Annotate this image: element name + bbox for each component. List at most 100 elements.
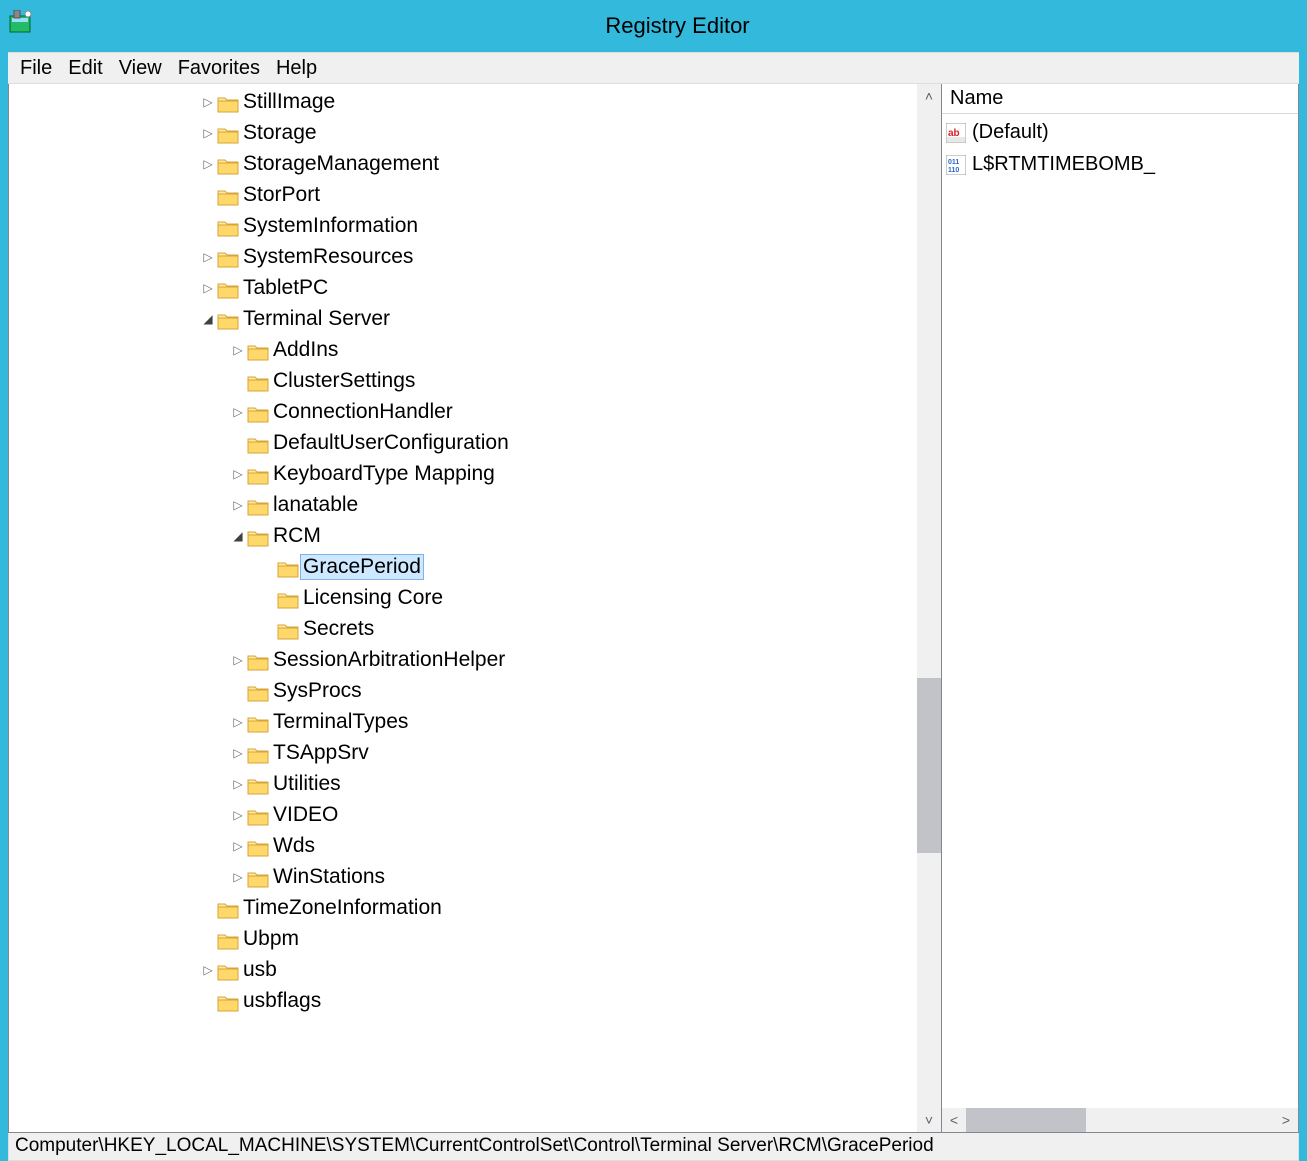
tree-node[interactable]: ▷ Utilities [9, 768, 941, 799]
tree-node[interactable]: ▷usb [9, 954, 941, 985]
window: Registry Editor File Edit View Favorites… [0, 0, 1307, 1161]
tree-node[interactable]: ▷ TabletPC [9, 272, 941, 303]
tree-pane: ▷ StillImage ▷Storage▷StorageManagement Sto… [8, 84, 942, 1133]
expand-icon[interactable]: ▷ [231, 405, 245, 419]
tree-vertical-scrollbar[interactable]: ˄ ˅ [917, 84, 941, 1132]
tree-node[interactable]: ◢ RCM [9, 520, 941, 551]
scroll-left-arrow-icon[interactable]: ˂ [942, 1112, 966, 1128]
menu-file[interactable]: File [12, 57, 60, 80]
scroll-down-arrow-icon[interactable]: ˅ [917, 1108, 941, 1132]
tree-node[interactable]: Licensing Core [9, 582, 941, 613]
reg-binary-icon [946, 153, 968, 175]
tree-node[interactable]: Secrets [9, 613, 941, 644]
tree-node[interactable]: ▷ ConnectionHandler [9, 396, 941, 427]
expand-icon[interactable]: ▷ [231, 653, 245, 667]
tree-node[interactable]: ▷ StillImage [9, 86, 941, 117]
tree-node-label: TabletPC [243, 276, 328, 300]
tree-node[interactable]: ◢ Terminal Server [9, 303, 941, 334]
tree-node[interactable]: ▷TSAppSrv [9, 737, 941, 768]
menu-help[interactable]: Help [268, 57, 325, 80]
folder-icon [217, 93, 239, 111]
expand-icon[interactable]: ▷ [201, 963, 215, 977]
folder-icon [247, 713, 269, 731]
folder-icon [217, 186, 239, 204]
tree-node[interactable]: DefaultUserConfiguration [9, 427, 941, 458]
tree-node[interactable]: ▷KeyboardType Mapping [9, 458, 941, 489]
tree-node-label: Utilities [273, 772, 341, 796]
tree-node[interactable]: ▷AddIns [9, 334, 941, 365]
hscroll-thumb[interactable] [966, 1108, 1086, 1132]
tree-node[interactable]: StorPort [9, 179, 941, 210]
folder-icon [217, 310, 239, 328]
tree-node-label: StorPort [243, 183, 320, 207]
tree-node[interactable]: ▷VIDEO [9, 799, 941, 830]
menu-edit[interactable]: Edit [60, 57, 110, 80]
tree-node-label: SystemResources [243, 245, 413, 269]
menu-favorites[interactable]: Favorites [170, 57, 268, 80]
expand-icon[interactable]: ▷ [201, 95, 215, 109]
tree-node-label: RCM [273, 524, 321, 548]
expand-icon[interactable]: ▷ [231, 746, 245, 760]
tree-node-label: Wds [273, 834, 315, 858]
folder-icon [247, 403, 269, 421]
folder-icon [247, 341, 269, 359]
tree-node-label: SystemInformation [243, 214, 418, 238]
list-item[interactable]: (Default) [942, 116, 1298, 148]
scroll-thumb[interactable] [917, 678, 941, 853]
expand-icon[interactable]: ▷ [231, 870, 245, 884]
folder-icon [217, 961, 239, 979]
tree-node[interactable]: SysProcs [9, 675, 941, 706]
menu-view[interactable]: View [111, 57, 170, 80]
folder-icon [277, 589, 299, 607]
tree-node[interactable]: ▷lanatable [9, 489, 941, 520]
tree-node[interactable]: ▷Storage [9, 117, 941, 148]
tree-node[interactable]: usbflags [9, 985, 941, 1016]
list-header[interactable]: Name [942, 84, 1298, 114]
tree-node[interactable]: ▷StorageManagement [9, 148, 941, 179]
column-name[interactable]: Name [942, 87, 1298, 110]
expand-icon[interactable]: ▷ [231, 839, 245, 853]
tree-node[interactable]: ▷WinStations [9, 861, 941, 892]
folder-icon [217, 992, 239, 1010]
tree-node[interactable]: ▷ Wds [9, 830, 941, 861]
expand-icon[interactable]: ▷ [201, 157, 215, 171]
tree-node[interactable]: TimeZoneInformation [9, 892, 941, 923]
scroll-up-arrow-icon[interactable]: ˄ [917, 84, 941, 108]
expand-icon[interactable]: ▷ [231, 715, 245, 729]
folder-icon [217, 930, 239, 948]
scroll-right-arrow-icon[interactable]: ˃ [1274, 1112, 1298, 1128]
tree-node[interactable]: ClusterSettings [9, 365, 941, 396]
list-horizontal-scrollbar[interactable]: ˂ ˃ [942, 1108, 1298, 1132]
titlebar[interactable]: Registry Editor [0, 0, 1307, 52]
tree-node[interactable]: ▷SessionArbitrationHelper [9, 644, 941, 675]
folder-icon [247, 775, 269, 793]
expand-icon[interactable]: ▷ [201, 126, 215, 140]
scroll-track[interactable] [917, 108, 941, 1108]
expand-icon[interactable]: ▷ [231, 808, 245, 822]
tree-node[interactable]: GracePeriod [9, 551, 941, 582]
tree-node[interactable]: ▷ SystemResources [9, 241, 941, 272]
folder-icon [247, 527, 269, 545]
folder-icon [247, 372, 269, 390]
tree-node[interactable]: ▷TerminalTypes [9, 706, 941, 737]
tree-node-label: Terminal Server [243, 307, 390, 331]
expand-icon[interactable]: ▷ [231, 777, 245, 791]
list-item[interactable]: L$RTMTIMEBOMB_ [942, 148, 1298, 180]
folder-icon [217, 155, 239, 173]
expand-icon[interactable]: ▷ [231, 343, 245, 357]
list-body[interactable]: (Default)L$RTMTIMEBOMB_ [942, 114, 1298, 182]
tree-node[interactable]: Ubpm [9, 923, 941, 954]
statusbar: Computer\HKEY_LOCAL_MACHINE\SYSTEM\Curre… [8, 1133, 1299, 1161]
expand-icon[interactable]: ▷ [201, 281, 215, 295]
folder-icon [217, 248, 239, 266]
expand-icon[interactable]: ▷ [201, 250, 215, 264]
collapse-icon[interactable]: ◢ [201, 312, 215, 326]
collapse-icon[interactable]: ◢ [231, 529, 245, 543]
tree-node-label: TimeZoneInformation [243, 896, 442, 920]
tree-node[interactable]: SystemInformation [9, 210, 941, 241]
tree-node-label: ConnectionHandler [273, 400, 453, 424]
expand-icon[interactable]: ▷ [231, 498, 245, 512]
tree-node-label: StillImage [243, 90, 335, 114]
tree-content[interactable]: ▷ StillImage ▷Storage▷StorageManagement Sto… [9, 84, 941, 1132]
expand-icon[interactable]: ▷ [231, 467, 245, 481]
